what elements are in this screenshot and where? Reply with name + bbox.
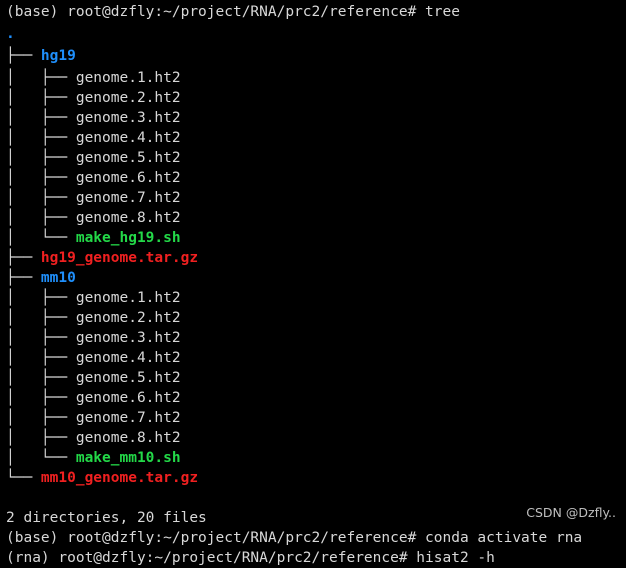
tree-branch-glyph: ├── bbox=[6, 48, 41, 64]
tree-row: ├── mm10 bbox=[0, 268, 626, 288]
tree-branch-glyph: │ ├── bbox=[6, 90, 76, 106]
tree-row: │ ├── genome.7.ht2 bbox=[0, 408, 626, 428]
terminal-line-command-conda: (base) root@dzfly:~/project/RNA/prc2/ref… bbox=[0, 528, 626, 548]
shell-prompt-conda: (base) root@dzfly:~/project/RNA/prc2/ref… bbox=[6, 530, 583, 546]
tree-row: │ └── make_mm10.sh bbox=[0, 448, 626, 468]
tree-branch-glyph: │ ├── bbox=[6, 130, 76, 146]
tree-row: │ ├── genome.4.ht2 bbox=[0, 348, 626, 368]
tree-row: │ ├── genome.5.ht2 bbox=[0, 148, 626, 168]
tree-entry-file: genome.4.ht2 bbox=[75, 350, 181, 366]
tree-entry-file: genome.1.ht2 bbox=[75, 70, 181, 86]
tree-branch-glyph: │ ├── bbox=[6, 210, 76, 226]
tree-entry-file: genome.8.ht2 bbox=[75, 430, 181, 446]
tree-branch-glyph: │ ├── bbox=[6, 410, 76, 426]
tree-entry-file: genome.2.ht2 bbox=[75, 310, 181, 326]
shell-prompt-hisat2: (rna) root@dzfly:~/project/RNA/prc2/refe… bbox=[6, 550, 495, 566]
tree-row: │ ├── genome.3.ht2 bbox=[0, 108, 626, 128]
tree-entry-file: genome.3.ht2 bbox=[75, 330, 181, 346]
tree-entry-file: genome.1.ht2 bbox=[75, 290, 181, 306]
terminal-window[interactable]: (base) root@dzfly:~/project/RNA/prc2/ref… bbox=[0, 0, 626, 566]
tree-entry-file: genome.6.ht2 bbox=[75, 170, 181, 186]
tree-entry-file: genome.7.ht2 bbox=[75, 190, 181, 206]
tree-entry-file: genome.7.ht2 bbox=[75, 410, 181, 426]
tree-entry-file: genome.6.ht2 bbox=[75, 390, 181, 406]
tree-entry-file: genome.2.ht2 bbox=[75, 90, 181, 106]
tree-branch-glyph: └── bbox=[6, 470, 41, 486]
tree-branch-glyph: │ ├── bbox=[6, 150, 76, 166]
tree-entry-exec: make_hg19.sh bbox=[75, 230, 181, 246]
tree-entry-file: genome.8.ht2 bbox=[75, 210, 181, 226]
tree-output: ├── hg19 │ ├── genome.1.ht2 │ ├── genome.2… bbox=[0, 44, 626, 488]
tree-root-node: . bbox=[0, 24, 626, 44]
tree-branch-glyph: │ ├── bbox=[6, 430, 76, 446]
tree-branch-glyph: │ ├── bbox=[6, 350, 76, 366]
tree-branch-glyph: │ ├── bbox=[6, 170, 76, 186]
tree-row: │ ├── genome.4.ht2 bbox=[0, 128, 626, 148]
tree-branch-glyph: │ ├── bbox=[6, 330, 76, 346]
tree-row: │ ├── genome.6.ht2 bbox=[0, 388, 626, 408]
tree-entry-file: genome.5.ht2 bbox=[75, 370, 181, 386]
tree-row: │ ├── genome.2.ht2 bbox=[0, 308, 626, 328]
tree-entry-dir: hg19 bbox=[40, 48, 76, 64]
tree-row: │ ├── genome.7.ht2 bbox=[0, 188, 626, 208]
tree-row: │ ├── genome.1.ht2 bbox=[0, 68, 626, 88]
tree-root-label: . bbox=[6, 26, 15, 42]
terminal-line-command-hisat2: (rna) root@dzfly:~/project/RNA/prc2/refe… bbox=[0, 548, 626, 568]
tree-row: │ ├── genome.5.ht2 bbox=[0, 368, 626, 388]
tree-branch-glyph: │ └── bbox=[6, 450, 76, 466]
terminal-line-command-tree: (base) root@dzfly:~/project/RNA/prc2/ref… bbox=[0, 0, 626, 24]
shell-prompt-tree: (base) root@dzfly:~/project/RNA/prc2/ref… bbox=[6, 4, 460, 20]
tree-entry-exec: make_mm10.sh bbox=[75, 450, 181, 466]
tree-branch-glyph: │ ├── bbox=[6, 110, 76, 126]
tree-row: │ └── make_hg19.sh bbox=[0, 228, 626, 248]
tree-branch-glyph: │ ├── bbox=[6, 310, 76, 326]
tree-row: │ ├── genome.3.ht2 bbox=[0, 328, 626, 348]
tree-entry-dir: mm10 bbox=[40, 270, 76, 286]
tree-row: ├── hg19_genome.tar.gz bbox=[0, 248, 626, 268]
tree-row: │ ├── genome.8.ht2 bbox=[0, 428, 626, 448]
tree-entry-archive: mm10_genome.tar.gz bbox=[40, 470, 199, 486]
tree-entry-file: genome.3.ht2 bbox=[75, 110, 181, 126]
tree-branch-glyph: ├── bbox=[6, 250, 41, 266]
tree-row: │ ├── genome.8.ht2 bbox=[0, 208, 626, 228]
tree-branch-glyph: │ ├── bbox=[6, 390, 76, 406]
tree-summary: 2 directories, 20 files bbox=[0, 508, 626, 528]
tree-branch-glyph: │ └── bbox=[6, 230, 76, 246]
tree-branch-glyph: ├── bbox=[6, 270, 41, 286]
tree-branch-glyph: │ ├── bbox=[6, 370, 76, 386]
tree-branch-glyph: │ ├── bbox=[6, 70, 76, 86]
tree-row: └── mm10_genome.tar.gz bbox=[0, 468, 626, 488]
tree-row: │ ├── genome.2.ht2 bbox=[0, 88, 626, 108]
tree-row: ├── hg19 bbox=[0, 44, 626, 68]
tree-summary-text: 2 directories, 20 files bbox=[6, 510, 207, 526]
tree-entry-archive: hg19_genome.tar.gz bbox=[40, 250, 199, 266]
tree-entry-file: genome.4.ht2 bbox=[75, 130, 181, 146]
tree-row: │ ├── genome.6.ht2 bbox=[0, 168, 626, 188]
tree-branch-glyph: │ ├── bbox=[6, 190, 76, 206]
tree-row: │ ├── genome.1.ht2 bbox=[0, 288, 626, 308]
tree-entry-file: genome.5.ht2 bbox=[75, 150, 181, 166]
tree-branch-glyph: │ ├── bbox=[6, 290, 76, 306]
